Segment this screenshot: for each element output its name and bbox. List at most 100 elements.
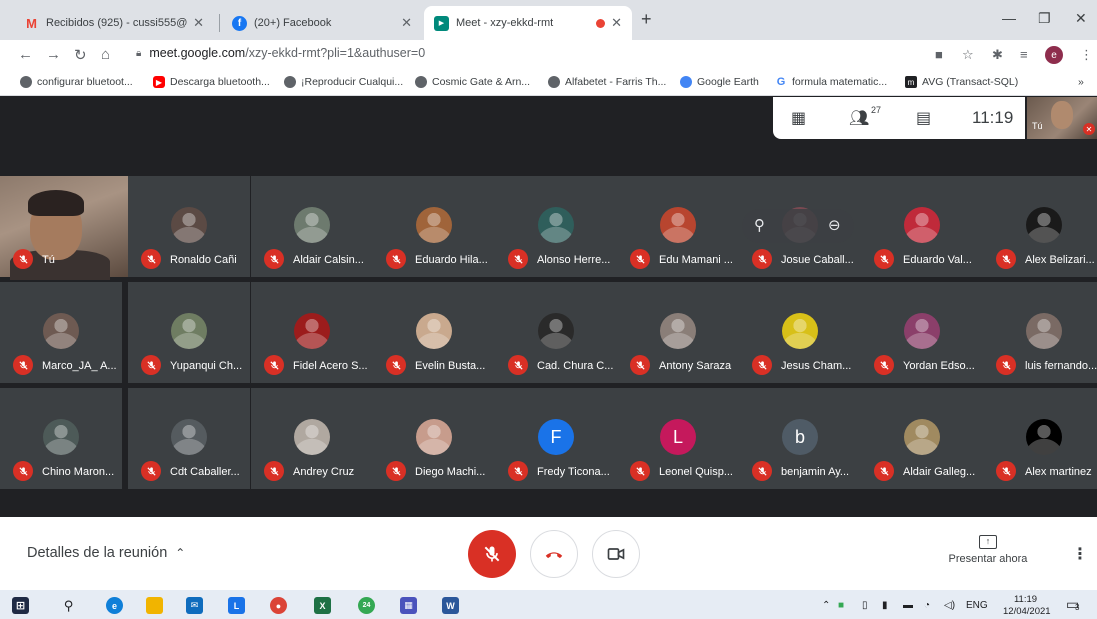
participant-tile[interactable]: Cad. Chura C... xyxy=(495,282,617,383)
notification-center-icon[interactable]: ▭ 3 xyxy=(1066,596,1084,614)
participant-tile[interactable]: F Fredy Ticona... xyxy=(495,388,617,489)
participant-tile[interactable]: Aldair Galleg... xyxy=(861,388,983,489)
participant-name: Chino Maron... xyxy=(42,466,115,478)
close-icon[interactable]: ✕ xyxy=(193,15,204,31)
usb-icon[interactable]: ▮ xyxy=(882,600,888,611)
mic-off-icon xyxy=(141,249,161,269)
participant-name: Alonso Herre... xyxy=(537,254,611,266)
battery-icon[interactable]: ▯ xyxy=(862,600,868,611)
bookmark-item[interactable]: configurar bluetoot... xyxy=(20,76,133,88)
participant-tile[interactable]: Yordan Edso... xyxy=(861,282,983,383)
bookmarks-overflow-button[interactable]: » xyxy=(1078,76,1084,88)
media-control-icon[interactable]: ≡ xyxy=(1020,47,1028,62)
new-tab-button[interactable]: + xyxy=(641,9,652,30)
search-icon[interactable]: ⚲ xyxy=(60,597,77,614)
close-window-button[interactable]: ✕ xyxy=(1075,10,1087,27)
remove-icon[interactable]: ⊖ xyxy=(828,216,841,234)
bookmark-star-icon[interactable]: ☆ xyxy=(962,47,974,63)
pin-icon[interactable]: ⚲ xyxy=(754,216,765,234)
camera-indicator-icon[interactable]: ■ xyxy=(935,47,943,62)
file-explorer-icon[interactable] xyxy=(146,597,163,614)
tray-app-icon[interactable]: ■ xyxy=(838,600,844,611)
bookmark-item[interactable]: m AVG (Transact-SQL) xyxy=(905,76,1018,88)
tab-gmail[interactable]: M Recibidos (925) - cussi555@gma ✕ xyxy=(14,6,214,40)
edge-icon[interactable]: e xyxy=(106,597,123,614)
participant-tile[interactable]: Jesus Cham... xyxy=(739,282,861,383)
participant-tile[interactable]: Ronaldo Cañi xyxy=(128,176,250,277)
language-indicator[interactable]: ENG xyxy=(966,600,988,611)
participant-name: Edu Mamani ... xyxy=(659,254,733,266)
meeting-details-button[interactable]: Detalles de la reunión ⌃ xyxy=(27,545,185,561)
close-icon[interactable]: ✕ xyxy=(611,15,622,31)
participant-tile[interactable]: Tú xyxy=(0,176,129,280)
participant-tile[interactable]: Diego Machi... xyxy=(373,388,495,489)
participant-name: Aldair Calsin... xyxy=(293,254,364,266)
participant-tile[interactable]: Eduardo Hila... xyxy=(373,176,495,277)
bookmark-label: configurar bluetoot... xyxy=(37,76,133,88)
participant-tile[interactable]: Chino Maron... xyxy=(0,388,122,489)
restore-button[interactable]: ❐ xyxy=(1038,10,1051,27)
participant-tile[interactable]: Andrey Cruz xyxy=(251,388,373,489)
network-icon[interactable]: ▬ xyxy=(903,600,913,611)
wifi-icon[interactable]: ◔ xyxy=(924,600,930,611)
tab-separator xyxy=(219,14,220,32)
minimize-button[interactable]: — xyxy=(1002,10,1016,26)
participants-icon[interactable]: 👥︎ xyxy=(849,108,869,128)
tab-facebook[interactable]: f (20+) Facebook ✕ xyxy=(222,6,422,40)
tab-meet[interactable]: ▶ Meet - xzy-ekkd-rmt ✕ xyxy=(424,6,632,40)
participant-tile[interactable]: Evelin Busta... xyxy=(373,282,495,383)
participant-tile[interactable]: Aldair Calsin... xyxy=(251,176,373,277)
url-field[interactable]: 🔒︎ meet.google.com/xzy-ekkd-rmt?pli=1&au… xyxy=(136,46,425,60)
participant-tile[interactable]: Alonso Herre... xyxy=(495,176,617,277)
chat-icon[interactable]: ▤ xyxy=(916,108,931,128)
word-icon[interactable]: W xyxy=(442,597,459,614)
participant-tile[interactable]: Cdt Caballer... xyxy=(128,388,250,489)
more-options-icon[interactable]: ⋮ xyxy=(1072,544,1088,564)
self-preview[interactable]: Tú ✕ xyxy=(1027,97,1097,139)
excel-icon[interactable]: X xyxy=(314,597,331,614)
participant-tile[interactable]: Fidel Acero S... xyxy=(251,282,373,383)
participant-tile[interactable]: Marco_JA_ A... xyxy=(0,282,122,383)
participant-tile[interactable]: Edu Mamani ... xyxy=(617,176,739,277)
tray-overflow-icon[interactable]: ⌃ xyxy=(822,600,830,611)
volume-icon[interactable]: ◁) xyxy=(944,600,955,611)
mail-icon[interactable]: ✉ xyxy=(186,597,203,614)
participant-tile[interactable]: luis fernando... xyxy=(983,282,1097,383)
bookmark-item[interactable]: ▶ Descarga bluetooth... xyxy=(153,76,270,88)
bookmark-item[interactable]: Gformula matematic... xyxy=(775,76,887,88)
participant-tile[interactable]: Alex martinez xyxy=(983,388,1097,489)
close-icon[interactable]: ✕ xyxy=(401,15,412,31)
bookmark-item[interactable]: ¡Reproducir Cualqui... xyxy=(284,76,403,88)
home-button[interactable]: ⌂ xyxy=(101,46,110,63)
participant-tile[interactable]: Yupanqui Ch... xyxy=(128,282,250,383)
bookmark-item[interactable]: Google Earth xyxy=(680,76,759,88)
mic-off-icon xyxy=(386,461,406,481)
teams-icon[interactable]: ▦ xyxy=(400,597,417,614)
chat-app-icon[interactable]: 24 xyxy=(358,597,375,614)
back-button[interactable]: ← xyxy=(18,46,33,63)
reload-button[interactable]: ↻ xyxy=(74,46,87,64)
participant-avatar xyxy=(416,313,452,349)
participant-tile[interactable]: Alex Belizari... xyxy=(983,176,1097,277)
windows-start-icon[interactable]: ⊞ xyxy=(12,597,29,614)
participant-tile[interactable]: Antony Saraza xyxy=(617,282,739,383)
extensions-icon[interactable]: ✱ xyxy=(992,47,1003,63)
camera-toggle-button[interactable] xyxy=(592,530,640,578)
leave-call-button[interactable] xyxy=(530,530,578,578)
menu-icon[interactable]: ⋮ xyxy=(1080,47,1093,63)
app-l-icon[interactable]: L xyxy=(228,597,245,614)
participant-tile[interactable]: Eduardo Val... xyxy=(861,176,983,277)
participant-tile[interactable]: L Leonel Quisp... xyxy=(617,388,739,489)
present-now-button[interactable]: ↑ Presentar ahora xyxy=(946,535,1030,565)
mic-toggle-button[interactable] xyxy=(468,530,516,578)
participant-count: 27 xyxy=(871,105,882,115)
youtube-icon: ▶ xyxy=(153,76,165,88)
chrome-icon[interactable]: ● xyxy=(270,597,287,614)
bookmark-item[interactable]: Cosmic Gate & Arn... xyxy=(415,76,530,88)
profile-avatar[interactable]: e xyxy=(1045,46,1063,64)
forward-button[interactable]: → xyxy=(46,46,61,63)
participant-tile[interactable]: b benjamin Ay... xyxy=(739,388,861,489)
system-clock[interactable]: 11:19 12/04/2021 xyxy=(1003,594,1051,618)
bookmark-item[interactable]: Alfabetet - Farris Th... xyxy=(548,76,666,88)
layout-icon[interactable]: ▦ xyxy=(791,108,806,128)
